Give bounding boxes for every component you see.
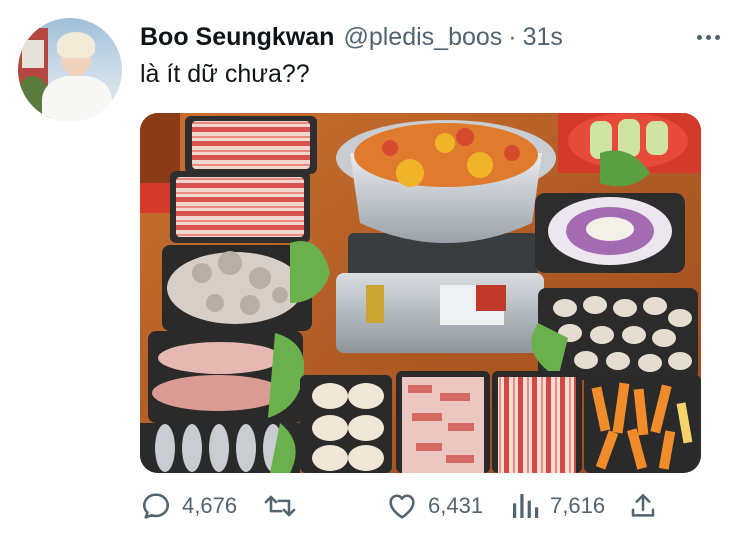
hotpot-photo-illustration: [140, 113, 701, 473]
reply-icon: [143, 493, 170, 519]
views-bar-chart-icon: [513, 494, 539, 518]
retweet-button[interactable]: [262, 488, 308, 524]
tweet-text: là ít dữ chưa??: [140, 60, 310, 88]
heart-icon: [389, 494, 415, 519]
share-button[interactable]: [628, 488, 658, 524]
tweet-actions: 4,676 6,431 7,616: [140, 488, 660, 524]
tweet-photo[interactable]: [140, 113, 701, 473]
views-count: 7,616: [550, 493, 606, 518]
meta-separator: ·: [508, 22, 517, 51]
tweet-time[interactable]: 31s: [523, 23, 563, 52]
avatar[interactable]: [18, 18, 122, 122]
reply-count: 4,676: [182, 493, 238, 518]
like-button[interactable]: 6,431: [386, 488, 483, 524]
avatar-hair: [57, 32, 95, 58]
avatar-shirt: [42, 76, 112, 122]
views-button[interactable]: 7,616: [510, 488, 605, 524]
avatar-bg-window: [22, 40, 44, 68]
author-name[interactable]: Boo Seungkwan: [140, 23, 334, 52]
reply-button[interactable]: 4,676: [140, 488, 237, 524]
like-count: 6,431: [428, 493, 484, 518]
author-handle[interactable]: @pledis_boos: [343, 23, 502, 52]
retweet-icon: [264, 495, 296, 517]
more-horizontal-icon[interactable]: [692, 26, 724, 48]
share-icon: [631, 494, 655, 517]
tweet-header: Boo Seungkwan @pledis_boos · 31s: [140, 22, 563, 52]
